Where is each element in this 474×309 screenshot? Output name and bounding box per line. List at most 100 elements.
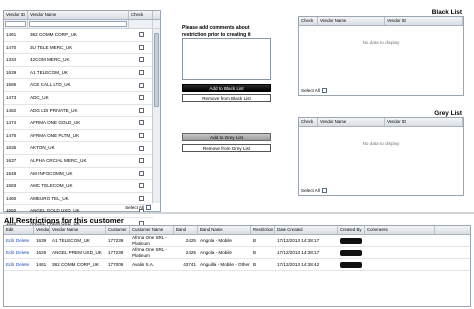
vendor-checkbox[interactable] xyxy=(138,196,144,201)
grey-list-title: Grey List xyxy=(434,110,462,117)
vendor-row[interactable]: 1473 ADC_UK xyxy=(4,92,153,105)
vendor-check-cell xyxy=(129,54,153,66)
vendor-name-cell: ADC_UK xyxy=(30,94,49,100)
vendor-row[interactable]: 1648 AM INFOCOMM_UK xyxy=(4,168,153,181)
black-select-all-checkbox[interactable] xyxy=(321,88,327,93)
r-customer-cell: 177239 xyxy=(108,237,124,243)
vendor-checkbox[interactable] xyxy=(138,170,144,176)
black-list-empty: No data to display xyxy=(362,40,400,45)
vendor-row[interactable]: 1636 AKTON_UK xyxy=(4,142,153,155)
r-date-cell: 17/12/2013 14:38:17 xyxy=(277,237,320,243)
r-col-restriction[interactable]: Restriction xyxy=(251,226,275,234)
r-col-vendor[interactable]: Vendor xyxy=(34,226,50,234)
vendor-check-cell xyxy=(129,142,153,154)
redacted-user xyxy=(340,237,362,244)
vendor-id-cell: 1648 xyxy=(6,170,17,176)
vendor-id-cell: 1639 xyxy=(6,69,17,75)
add-to-grey-list-button[interactable]: Add to Grey List xyxy=(182,133,271,141)
redacted-user xyxy=(340,249,362,256)
r-col-comments[interactable]: Comments xyxy=(365,226,435,234)
grey-select-all-checkbox[interactable] xyxy=(321,188,327,193)
edit-link[interactable]: Edit xyxy=(6,238,14,243)
vendor-row[interactable]: 1460 AMEURO TEL_UK xyxy=(4,193,153,206)
delete-link[interactable]: Delete xyxy=(16,250,29,255)
vendor-row[interactable]: 1637 ALPHA CRCIAL MERC_UK xyxy=(4,155,153,168)
col-vendor-name[interactable]: Vendor Name xyxy=(28,11,129,19)
edit-link[interactable]: Edit xyxy=(6,262,14,267)
black-col-check[interactable]: Check xyxy=(299,17,318,25)
r-col-created-by[interactable]: Created By xyxy=(338,226,365,234)
black-select-all[interactable]: Select All xyxy=(301,88,327,93)
vendor-id-cell: 1586 xyxy=(6,82,17,88)
col-check[interactable]: Check xyxy=(129,11,153,19)
vendor-check-cell xyxy=(129,130,153,142)
vendor-row[interactable]: 1334 42COM MERC_UK xyxy=(4,54,153,67)
vendor-checkbox[interactable] xyxy=(138,95,144,101)
vendor-checkbox[interactable] xyxy=(138,120,144,126)
r-col-edit[interactable]: Edit xyxy=(4,226,34,234)
vendor-row[interactable]: 1461 382 COMM CORP_UK xyxy=(4,29,153,42)
vendor-name-cell: AMC TELECOM_UK xyxy=(30,183,73,189)
r-customer-name-cell: Avalis S.A. xyxy=(132,261,155,267)
vendor-select-all-checkbox[interactable] xyxy=(146,205,151,210)
r-col-customer[interactable]: Customer xyxy=(106,226,130,234)
vendor-scrollbar[interactable] xyxy=(152,29,160,203)
grey-select-all[interactable]: Select All xyxy=(301,188,327,193)
vendor-checkbox[interactable] xyxy=(138,32,144,38)
vendor-row[interactable]: 1476 AFRMA ONE PLTM_UK xyxy=(4,130,153,143)
vendor-checkbox[interactable] xyxy=(138,133,144,139)
vendor-check-cell xyxy=(129,155,153,167)
vendor-checkbox[interactable] xyxy=(138,145,144,151)
vendor-checkbox[interactable] xyxy=(138,44,144,50)
r-customer-cell: 177009 xyxy=(108,261,124,267)
vendor-name-cell: 42COM MERC_UK xyxy=(30,57,70,63)
col-vendor-id[interactable]: Vendor ID xyxy=(4,11,28,19)
vendor-row[interactable]: 1583 AMC TELECOM_UK xyxy=(4,180,153,193)
vendor-id-cell: 1474 xyxy=(6,120,17,126)
vendor-checkbox[interactable] xyxy=(138,70,144,76)
vendor-checkbox[interactable] xyxy=(138,158,144,164)
vendor-checkbox[interactable] xyxy=(138,183,144,189)
vendor-rows: 1461 382 COMM CORP_UK 1470 3U TELE MERC_UK 1… xyxy=(4,29,153,231)
vendor-row[interactable]: 1470 3U TELE MERC_UK xyxy=(4,42,153,55)
vendor-checkbox[interactable] xyxy=(138,107,144,113)
vendor-row[interactable]: 1586 ACE CALL LTD_UK xyxy=(4,79,153,92)
restriction-row: Edit Delete 1626 ANGEL PREM USD_UK 177239 Afr… xyxy=(4,247,470,259)
grey-col-vendor-name[interactable]: Vendor Name xyxy=(318,118,385,126)
r-col-band[interactable]: Band xyxy=(174,226,198,234)
r-col-customer-name[interactable]: Customer Name xyxy=(130,226,174,234)
delete-link[interactable]: Delete xyxy=(16,238,29,243)
vendor-check-cell xyxy=(129,117,153,129)
black-col-vendor-name[interactable]: Vendor Name xyxy=(318,17,385,25)
comments-textarea[interactable] xyxy=(182,38,271,80)
edit-link[interactable]: Edit xyxy=(6,250,14,255)
add-to-black-list-button[interactable]: Add to Black List xyxy=(182,84,271,92)
r-restriction-cell: B xyxy=(253,249,257,255)
r-col-band-name[interactable]: Band Name xyxy=(198,226,251,234)
grey-col-check[interactable]: Check xyxy=(299,118,318,126)
grey-select-all-label: Select All xyxy=(301,188,320,193)
vendor-id-cell: 1334 xyxy=(6,57,17,63)
vendor-select-all[interactable]: Select All xyxy=(125,205,151,210)
vendor-row[interactable]: 1482 ADG LDI PRIVATE_UK xyxy=(4,105,153,118)
vendor-scroll-thumb[interactable] xyxy=(154,33,159,107)
r-vendor-cell: 1639 xyxy=(36,237,47,243)
r-col-vendor-name[interactable]: Vendor Name xyxy=(50,226,106,234)
vendor-id-filter[interactable] xyxy=(5,21,26,27)
vendor-name-cell: ACE CALL LTD_UK xyxy=(30,82,71,88)
vendor-row[interactable]: 1639 A1 TELECOM_UK xyxy=(4,67,153,80)
vendor-row[interactable]: 1474 AFRMA ONE GOLD_UK xyxy=(4,117,153,130)
remove-from-black-list-button[interactable]: Remove from Black List xyxy=(182,94,271,102)
remove-from-grey-list-button[interactable]: Remove from Grey List xyxy=(182,144,271,152)
vendor-check-cell xyxy=(129,29,153,41)
vendor-name-filter[interactable] xyxy=(29,21,127,27)
grey-col-vendor-id[interactable]: Vendor ID xyxy=(385,118,463,126)
black-col-vendor-id[interactable]: Vendor ID xyxy=(385,17,463,25)
r-col-date-created[interactable]: Date Created xyxy=(275,226,338,234)
delete-link[interactable]: Delete xyxy=(16,262,29,267)
vendor-filter-row xyxy=(4,20,160,29)
vendor-check-cell xyxy=(129,105,153,117)
vendor-checkbox[interactable] xyxy=(138,82,144,88)
vendor-checkbox[interactable] xyxy=(138,57,144,63)
vendor-id-cell: 1473 xyxy=(6,94,17,100)
